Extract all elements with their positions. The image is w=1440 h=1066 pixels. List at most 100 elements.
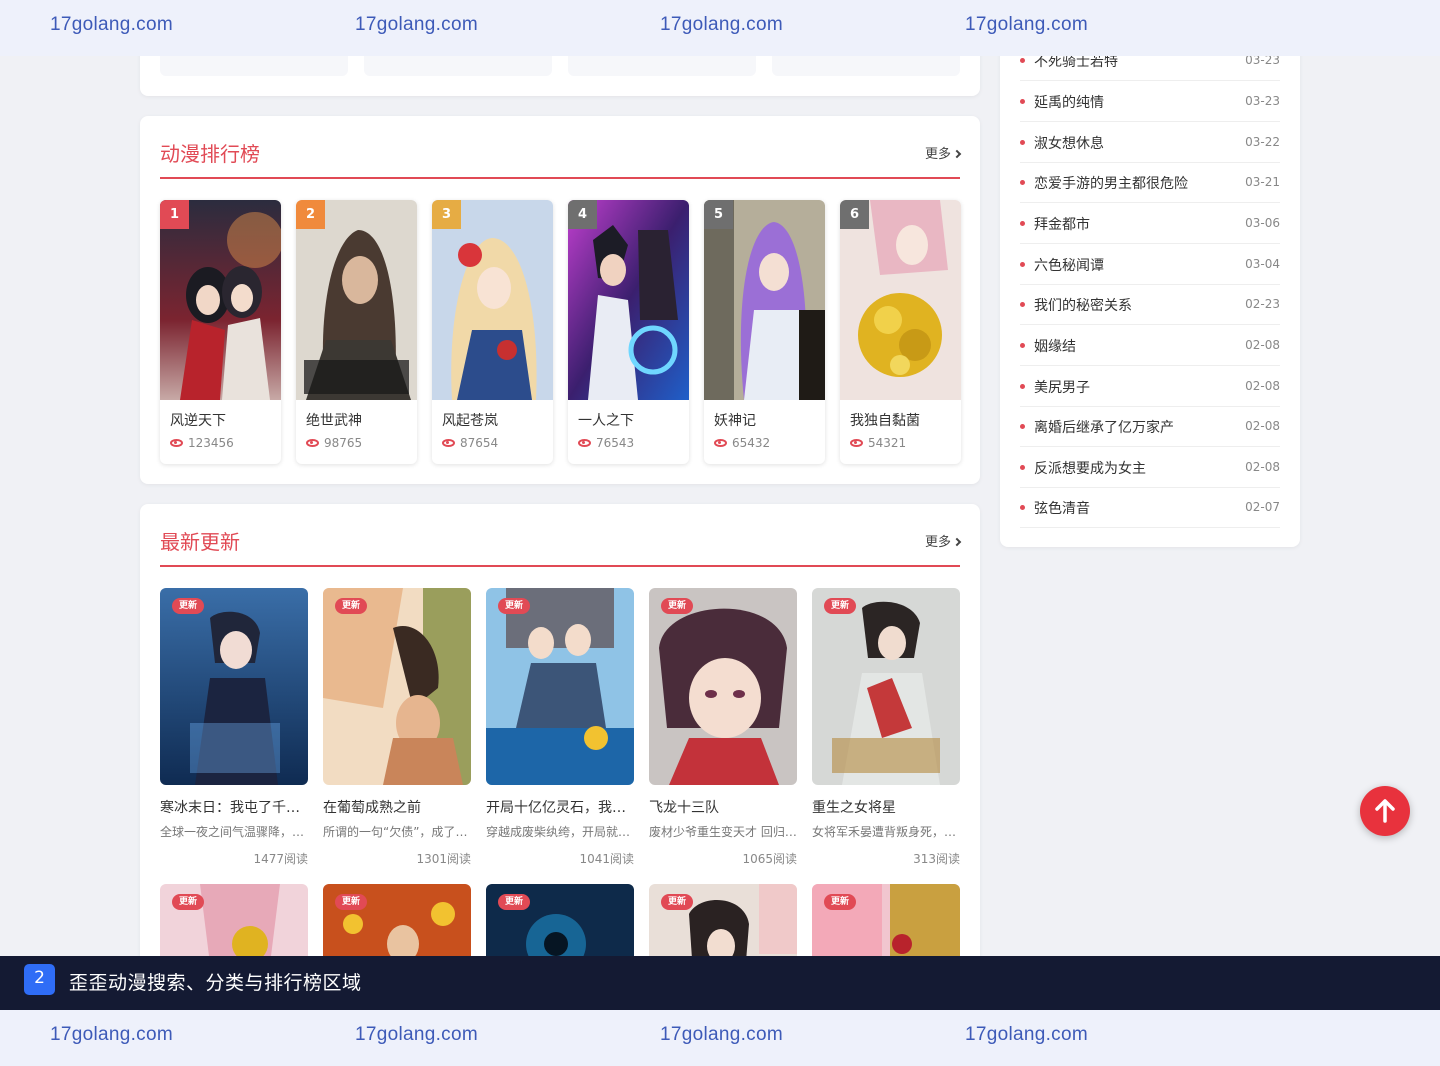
update-badge: 更新 xyxy=(498,598,530,614)
bullet-icon xyxy=(1020,505,1025,510)
update-description: 所谓的一句“欠债”，成了他们之间 xyxy=(323,825,471,839)
list-item-title[interactable]: 美尻男子 xyxy=(1034,377,1090,397)
cover-image[interactable] xyxy=(432,200,553,400)
list-item[interactable]: 反派想要成为女主 02-08 xyxy=(1020,447,1280,488)
watermark-bar-top: 17golang.com 17golang.com 17golang.com 1… xyxy=(0,0,1440,56)
bullet-icon xyxy=(1020,140,1025,145)
latest-updates-panel: 最新更新 更多 更新 寒冰末日：我屯了千亿物资 全球一夜之间气温骤降，冰封万里 … xyxy=(140,504,980,1024)
update-title[interactable]: 开局十亿亿灵石，我要逆袭 xyxy=(486,797,634,817)
list-item-date: 02-23 xyxy=(1245,297,1280,311)
cover-image[interactable] xyxy=(649,588,797,785)
read-count: 1041阅读 xyxy=(579,852,634,866)
list-item[interactable]: 姻缘结 02-08 xyxy=(1020,325,1280,366)
ranking-more-link[interactable]: 更多 xyxy=(925,143,962,162)
read-count: 1065阅读 xyxy=(742,852,797,866)
cover-image[interactable] xyxy=(323,588,471,785)
eye-icon xyxy=(850,439,863,447)
list-item-title[interactable]: 反派想要成为女主 xyxy=(1034,458,1146,478)
list-item-title[interactable]: 拜金都市 xyxy=(1034,214,1090,234)
eye-icon xyxy=(714,439,727,447)
rank-card[interactable]: 1 风逆天下 123456 xyxy=(160,200,281,464)
rank-card[interactable]: 4 一人之下 76543 xyxy=(568,200,689,464)
back-to-top-button[interactable] xyxy=(1360,786,1410,836)
arrow-up-icon xyxy=(1375,799,1395,823)
rank-title[interactable]: 我独自黏菌 xyxy=(850,410,920,430)
rank-title[interactable]: 风逆天下 xyxy=(170,410,226,430)
cover-image[interactable] xyxy=(160,200,281,400)
rank-number-badge: 2 xyxy=(296,200,325,229)
list-item[interactable]: 延禹的纯情 03-23 xyxy=(1020,81,1280,122)
list-item-title[interactable]: 淑女想休息 xyxy=(1034,133,1104,153)
bullet-icon xyxy=(1020,343,1025,348)
rank-title[interactable]: 绝世武神 xyxy=(306,410,362,430)
watermark-text: 17golang.com xyxy=(965,1024,1088,1045)
list-item-title[interactable]: 我们的秘密关系 xyxy=(1034,295,1132,315)
list-item[interactable]: 六色秘闻谭 03-04 xyxy=(1020,244,1280,285)
rank-title[interactable]: 妖神记 xyxy=(714,410,756,430)
list-item-date: 03-21 xyxy=(1245,175,1280,189)
cover-image[interactable] xyxy=(568,200,689,400)
bullet-icon xyxy=(1020,424,1025,429)
list-item-title[interactable]: 姻缘结 xyxy=(1034,336,1076,356)
list-item[interactable]: 我们的秘密关系 02-23 xyxy=(1020,284,1280,325)
list-item-date: 02-08 xyxy=(1245,338,1280,352)
list-item-title[interactable]: 弦色清音 xyxy=(1034,498,1090,518)
cover-image[interactable] xyxy=(840,200,961,400)
update-title[interactable]: 重生之女将星 xyxy=(812,797,960,817)
rank-views: 65432 xyxy=(732,436,771,450)
cover-image[interactable] xyxy=(812,588,960,785)
list-item[interactable]: 淑女想休息 03-22 xyxy=(1020,122,1280,163)
update-title[interactable]: 飞龙十三队 xyxy=(649,797,797,817)
cover-image[interactable] xyxy=(486,588,634,785)
list-item-date: 03-06 xyxy=(1245,216,1280,230)
eye-icon xyxy=(170,439,183,447)
list-item-date: 03-04 xyxy=(1245,257,1280,271)
bullet-icon xyxy=(1020,465,1025,470)
list-item[interactable]: 弦色清音 02-07 xyxy=(1020,487,1280,528)
watermark-text: 17golang.com xyxy=(50,1024,173,1045)
bullet-icon xyxy=(1020,262,1025,267)
read-count: 1301阅读 xyxy=(416,852,471,866)
rank-title[interactable]: 一人之下 xyxy=(578,410,634,430)
rank-card[interactable]: 6 我独自黏菌 54321 xyxy=(840,200,961,464)
latest-header: 最新更新 更多 xyxy=(160,504,962,567)
watermark-text: 17golang.com xyxy=(355,1024,478,1045)
eye-icon xyxy=(442,439,455,447)
bullet-icon xyxy=(1020,221,1025,226)
latest-more-link[interactable]: 更多 xyxy=(924,531,962,550)
list-item[interactable]: 恋爱手游的男主都很危险 03-21 xyxy=(1020,162,1280,203)
list-item-title[interactable]: 离婚后继承了亿万家产 xyxy=(1034,417,1174,437)
update-title[interactable]: 在葡萄成熟之前 xyxy=(323,797,471,817)
update-title[interactable]: 寒冰末日：我屯了千亿物资 xyxy=(160,797,308,817)
watermark-text: 17golang.com xyxy=(355,14,478,35)
cover-image[interactable] xyxy=(704,200,825,400)
list-item-date: 02-08 xyxy=(1245,460,1280,474)
bullet-icon xyxy=(1020,302,1025,307)
rank-number-badge: 6 xyxy=(840,200,869,229)
update-badge: 更新 xyxy=(661,894,693,910)
watermark-text: 17golang.com xyxy=(965,14,1088,35)
rank-views: 76543 xyxy=(596,436,635,450)
rank-card[interactable]: 3 风起苍岚 87654 xyxy=(432,200,553,464)
list-item[interactable]: 美尻男子 02-08 xyxy=(1020,366,1280,407)
rank-views: 98765 xyxy=(324,436,363,450)
list-item[interactable]: 离婚后继承了亿万家产 02-08 xyxy=(1020,406,1280,447)
list-item-title[interactable]: 六色秘闻谭 xyxy=(1034,255,1104,275)
latest-title: 最新更新 xyxy=(160,530,240,554)
watermark-text: 17golang.com xyxy=(660,14,783,35)
cover-image[interactable] xyxy=(296,200,417,400)
list-item[interactable]: 拜金都市 03-06 xyxy=(1020,203,1280,244)
bullet-icon xyxy=(1020,384,1025,389)
rank-number-badge: 1 xyxy=(160,200,189,229)
rank-card[interactable]: 5 妖神记 65432 xyxy=(704,200,825,464)
more-label: 更多 xyxy=(924,535,951,550)
rank-title[interactable]: 风起苍岚 xyxy=(442,410,498,430)
rank-number-badge: 4 xyxy=(568,200,597,229)
read-count: 313阅读 xyxy=(913,852,960,866)
list-item-title[interactable]: 恋爱手游的男主都很危险 xyxy=(1034,173,1188,193)
list-item-title[interactable]: 延禹的纯情 xyxy=(1034,92,1104,112)
cover-image[interactable] xyxy=(160,588,308,785)
caption-text: 歪歪动漫搜索、分类与排行榜区域 xyxy=(69,972,362,994)
rank-card[interactable]: 2 绝世武神 98765 xyxy=(296,200,417,464)
update-description: 穿越成废柴纨绔，开局就拥有十亿亿 xyxy=(486,825,634,839)
